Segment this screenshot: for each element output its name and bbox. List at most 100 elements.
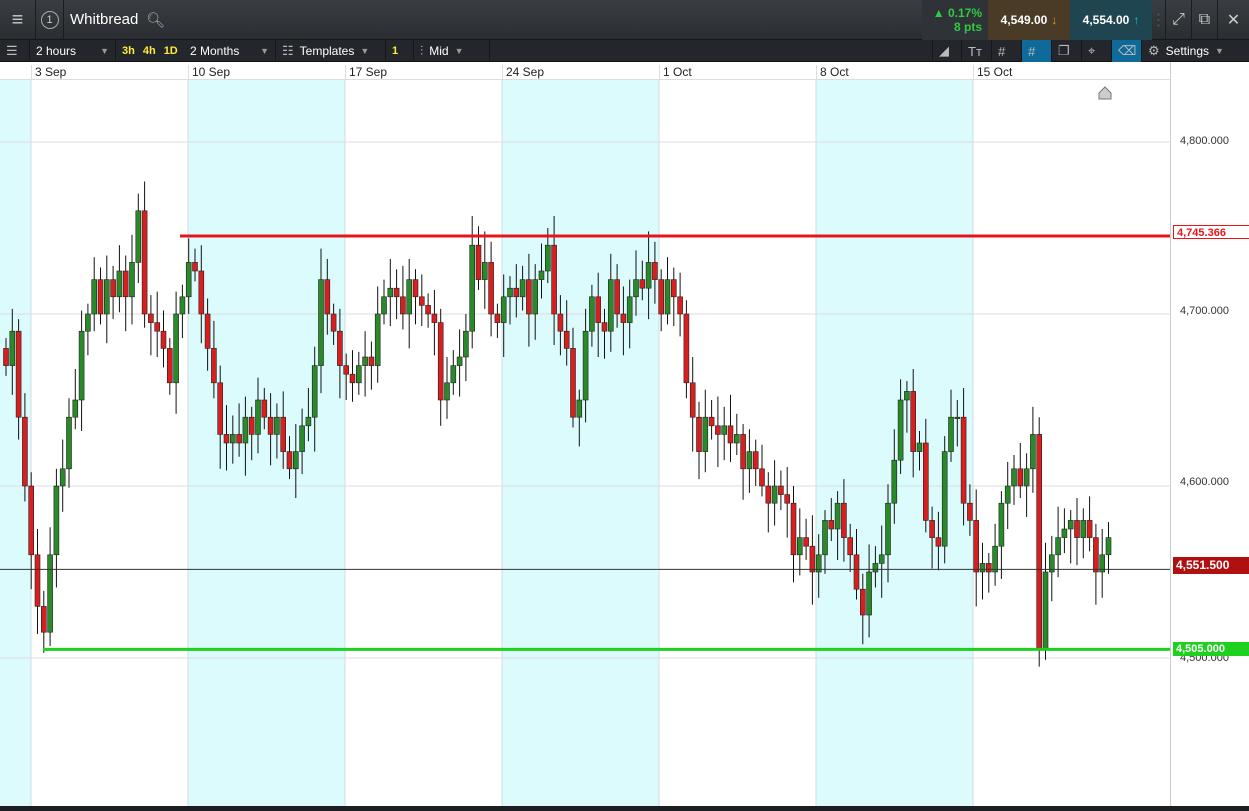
grid-icon[interactable]: # [992,40,1022,62]
candle-body [652,262,658,280]
candle-body [167,348,173,384]
candle-body [488,262,494,315]
candle-body [179,296,186,315]
candle-body [230,434,236,444]
drag-handle-icon[interactable]: ⋮ [1151,0,1167,40]
candle-body [601,322,608,332]
candle-body [425,305,431,315]
date-label: 8 Oct [816,65,849,80]
candle-body [620,313,627,323]
candle-body [1105,537,1112,556]
candle-body [135,210,142,263]
price-type-dropdown[interactable]: ⫶ Mid ▼ [414,40,490,62]
candle-body [752,451,759,470]
candle-body [746,451,753,470]
candle-body [242,416,249,444]
chevron-down-icon: ▼ [1215,46,1224,56]
candle-body [677,296,683,315]
template-count[interactable]: 1 [386,40,414,62]
bid-price: 4,549.00 [1000,13,1048,27]
candle-body [513,287,520,298]
candle-body [412,279,419,298]
buy-button[interactable]: 4,554.00 ↑ [1070,0,1152,40]
candle-body [122,270,129,298]
candle-body [885,502,891,556]
candle-body [733,434,740,444]
candle-body [973,520,980,573]
candle-body [658,279,665,315]
chart-plot-area[interactable] [0,80,1170,806]
price-tick: 4,600.000 [1180,476,1229,488]
gear-icon: ⚙ [1148,43,1160,58]
candle-body [1023,468,1030,487]
interval-3h[interactable]: 3h [122,45,135,57]
candle-body [1093,537,1099,573]
change-percent: ▲ 0.17% [932,6,982,20]
draw-line-icon[interactable]: ◢ [932,40,962,62]
candle-body [526,279,532,315]
text-icon[interactable]: Tт [962,40,992,62]
candle-body [1030,434,1036,470]
candle-body [784,494,791,504]
candle-body [1086,520,1093,538]
candle-body [192,262,198,272]
candle-body [771,485,778,504]
candle-body [626,296,633,323]
close-icon[interactable]: ✕ [1218,0,1249,40]
candle-body [47,554,53,633]
search-icon[interactable]: 🔍︎ [146,11,165,29]
candle-body [1067,520,1074,530]
candle-body [355,365,362,384]
instrument-title[interactable]: Whitbread [70,11,138,28]
sell-button[interactable]: 4,549.00 ↓ [988,0,1070,40]
candle-body [910,391,917,452]
interval-label: 2 hours [36,44,77,58]
hamburger-icon[interactable]: ≡ [0,0,36,40]
candle-body [311,365,318,418]
candle-body [985,563,992,573]
candle-body [223,434,230,444]
candle-body [381,296,387,315]
settings-dropdown[interactable]: ⚙ Settings ▼ [1142,40,1249,62]
candlestick-chart[interactable] [0,80,1170,806]
candle-body [418,296,425,306]
candle-body [765,485,772,504]
snap-grid-icon[interactable]: # [1022,40,1052,62]
candle-body [576,399,583,418]
date-label: 15 Oct [973,65,1012,80]
interval-4h[interactable]: 4h [143,45,156,57]
layers-icon[interactable]: ❐ [1052,40,1082,62]
change-points: 8 pts [953,20,982,34]
candle-body [822,520,828,556]
price-axis[interactable]: 4,800.000 4,700.000 4,600.000 4,500.000 … [1170,62,1249,806]
arrow-down-icon: ↓ [1051,13,1058,27]
expand-icon[interactable]: ⤢ [1166,0,1192,40]
workspace-count-button[interactable]: 1 [36,0,64,40]
last-price-tag: 4,551.500 [1173,557,1249,574]
candle-body [960,416,967,504]
candle-body [683,313,690,384]
candle-body [362,356,368,366]
quick-intervals: 3h 4h 1D [116,40,184,62]
interval-1d[interactable]: 1D [164,45,178,57]
candle-body [469,244,476,332]
range-dropdown[interactable]: 2 Months ▼ [184,40,276,62]
crosshair-icon[interactable]: ⌖ [1082,40,1112,62]
range-label: 2 Months [190,44,240,58]
candle-body [78,330,85,401]
arrow-up-icon: ↑ [1133,13,1140,27]
popout-icon[interactable]: ⧉ [1192,0,1218,40]
candle-body [261,399,268,418]
templates-dropdown[interactable]: ☷ Templates ▼ [276,40,386,62]
candle-body [299,425,305,452]
candle-body [154,322,160,332]
candle-body [507,287,513,298]
list-icon[interactable]: ☰ [0,40,30,62]
interval-dropdown[interactable]: 2 hours ▼ [30,40,116,62]
scroll-marker-icon[interactable] [1098,86,1112,100]
candle-body [173,313,179,384]
price-tick: 4,700.000 [1180,305,1229,317]
candle-body [198,270,205,315]
candle-body [343,365,350,375]
tag-icon[interactable]: ⌫ [1112,40,1142,62]
